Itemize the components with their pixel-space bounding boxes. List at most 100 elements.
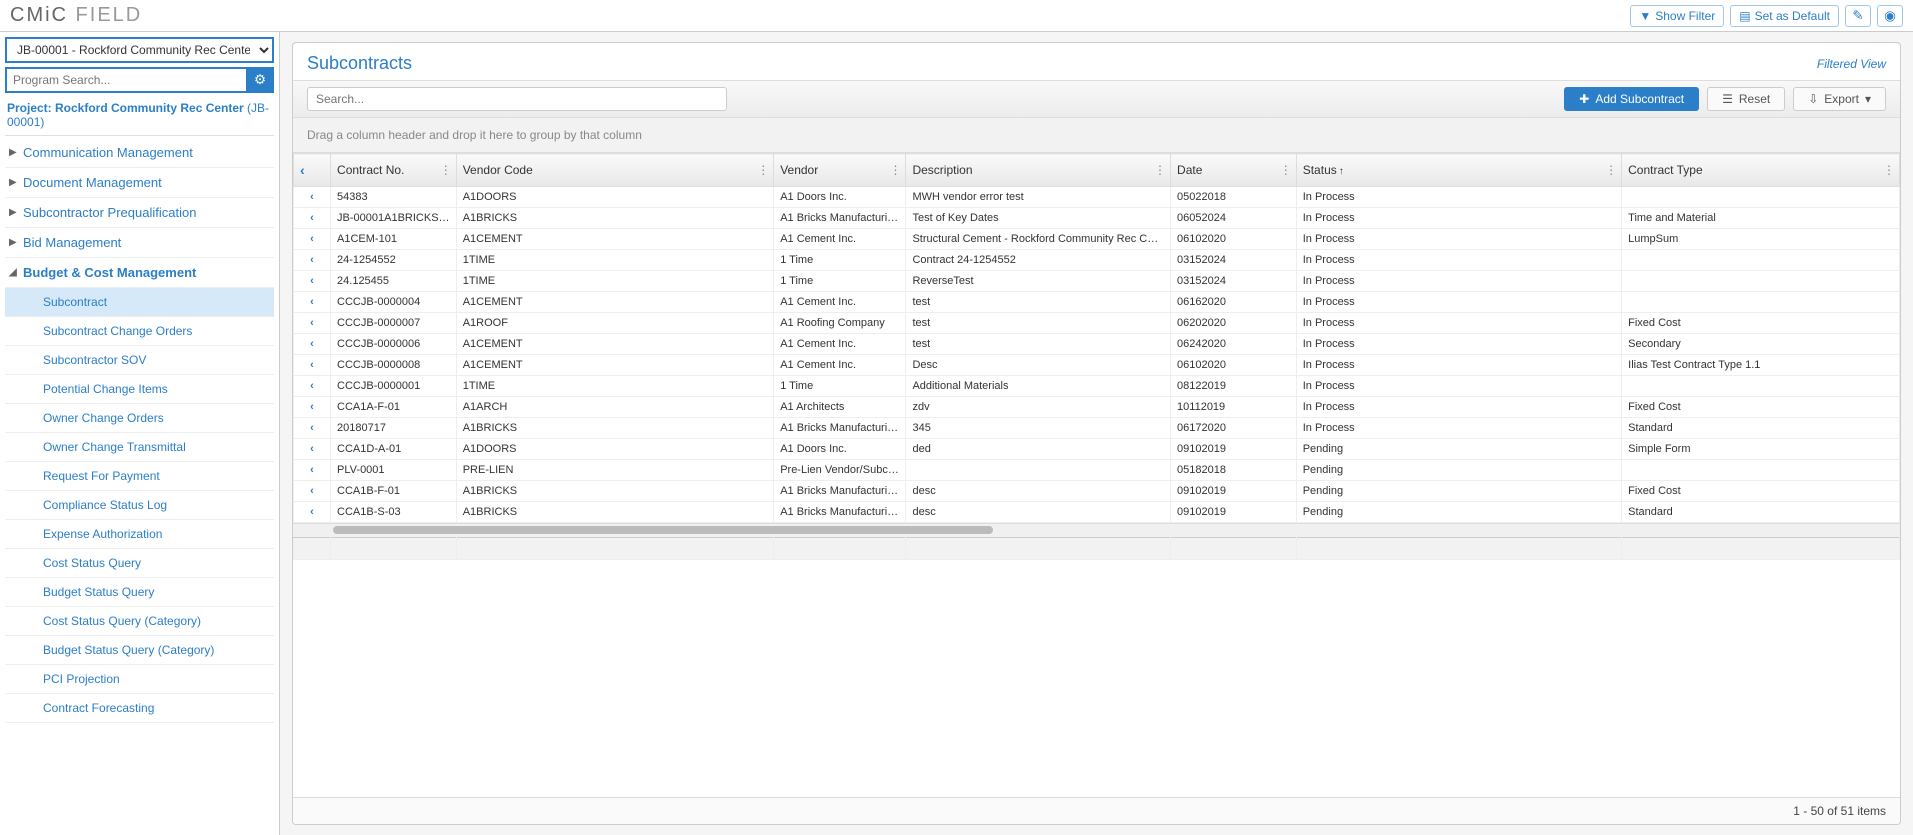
cell: Ilias Test Contract Type 1.1 <box>1622 355 1900 376</box>
horizontal-scrollbar[interactable] <box>293 523 1900 537</box>
cell: CCA1D-A-01 <box>331 439 457 460</box>
nav-sub-11[interactable]: Cost Status Query (Category) <box>5 607 274 636</box>
table-row[interactable]: ‹24-12545521TIME1 TimeContract 24-125455… <box>294 250 1900 271</box>
expand-row-icon[interactable]: ‹ <box>294 460 331 481</box>
cell: A1 Cement Inc. <box>774 292 906 313</box>
expand-row-icon[interactable]: ‹ <box>294 334 331 355</box>
column-menu-icon[interactable]: ⋮ <box>440 163 452 177</box>
nav-sub-4[interactable]: Owner Change Orders <box>5 404 274 433</box>
nav-sub-12[interactable]: Budget Status Query (Category) <box>5 636 274 665</box>
table-row[interactable]: ‹CCA1D-A-01A1DOORSA1 Doors Inc.ded091020… <box>294 439 1900 460</box>
table-row[interactable]: ‹24.1254551TIME1 TimeReverseTest03152024… <box>294 271 1900 292</box>
expand-row-icon[interactable]: ‹ <box>294 187 331 208</box>
column-menu-icon[interactable]: ⋮ <box>1883 163 1895 177</box>
nav-group-1[interactable]: ▶Document Management <box>5 168 274 198</box>
column-header-4[interactable]: Date ⋮ <box>1171 154 1297 187</box>
expand-row-icon[interactable]: ‹ <box>294 271 331 292</box>
cell: 06102020 <box>1171 229 1297 250</box>
nav-sub-0[interactable]: Subcontract <box>5 288 274 317</box>
edit-button[interactable]: ✎ <box>1845 5 1871 27</box>
table-row[interactable]: ‹CCCJB-0000007A1ROOFA1 Roofing Companyte… <box>294 313 1900 334</box>
cell: In Process <box>1296 250 1621 271</box>
logo-main: CMiC <box>10 4 68 26</box>
nav-group-3[interactable]: ▶Bid Management <box>5 228 274 258</box>
column-label: Date <box>1177 163 1202 177</box>
cell: In Process <box>1296 334 1621 355</box>
filtered-view-label[interactable]: Filtered View <box>1817 57 1886 71</box>
column-header-2[interactable]: Vendor⋮ <box>774 154 906 187</box>
cell <box>1622 187 1900 208</box>
nav-sub-5[interactable]: Owner Change Transmittal <box>5 433 274 462</box>
nav-sub-3[interactable]: Potential Change Items <box>5 375 274 404</box>
nav-sub-7[interactable]: Compliance Status Log <box>5 491 274 520</box>
cell: A1 Bricks Manufacturing Inc. <box>774 481 906 502</box>
grid-search-input[interactable] <box>307 87 727 111</box>
user-button[interactable]: ◉ <box>1877 5 1903 27</box>
subcontracts-grid[interactable]: ‹Contract No.⋮Vendor Code⋮Vendor⋮Descrip… <box>293 153 1900 797</box>
expand-row-icon[interactable]: ‹ <box>294 418 331 439</box>
show-filter-button[interactable]: ▼Show Filter <box>1630 5 1724 27</box>
expand-row-icon[interactable]: ‹ <box>294 208 331 229</box>
cell: ReverseTest <box>906 271 1171 292</box>
column-menu-icon[interactable]: ⋮ <box>1280 163 1292 177</box>
column-menu-icon[interactable]: ⋮ <box>757 163 769 177</box>
expand-row-icon[interactable]: ‹ <box>294 502 331 523</box>
expand-row-icon[interactable]: ‹ <box>294 439 331 460</box>
column-label: Vendor Code <box>463 163 533 177</box>
table-row[interactable]: ‹JB-00001A1BRICKS0...A1BRICKSA1 Bricks M… <box>294 208 1900 229</box>
nav-group-2[interactable]: ▶Subcontractor Prequalification <box>5 198 274 228</box>
group-by-bar[interactable]: Drag a column header and drop it here to… <box>293 118 1900 153</box>
table-row[interactable]: ‹CCA1B-F-01A1BRICKSA1 Bricks Manufacturi… <box>294 481 1900 502</box>
nav-sub-14[interactable]: Contract Forecasting <box>5 694 274 723</box>
table-row[interactable]: ‹CCCJB-0000004A1CEMENTA1 Cement Inc.test… <box>294 292 1900 313</box>
table-row[interactable]: ‹CCCJB-0000006A1CEMENTA1 Cement Inc.test… <box>294 334 1900 355</box>
job-select[interactable]: JB-00001 - Rockford Community Rec Center <box>5 37 274 63</box>
reset-button[interactable]: ☰Reset <box>1707 87 1785 111</box>
column-label: Description <box>912 163 972 177</box>
column-header-6[interactable]: Contract Type⋮ <box>1622 154 1900 187</box>
table-row[interactable]: ‹CCA1B-S-03A1BRICKSA1 Bricks Manufacturi… <box>294 502 1900 523</box>
column-header-0[interactable]: Contract No.⋮ <box>331 154 457 187</box>
nav-sub-13[interactable]: PCI Projection <box>5 665 274 694</box>
nav-sub-8[interactable]: Expense Authorization <box>5 520 274 549</box>
table-row[interactable]: ‹PLV-0001PRE-LIENPre-Lien Vendor/Subcont… <box>294 460 1900 481</box>
nav-sub-10[interactable]: Budget Status Query <box>5 578 274 607</box>
export-button[interactable]: ⇩Export ▾ <box>1793 87 1886 111</box>
expand-row-icon[interactable]: ‹ <box>294 397 331 418</box>
nav-sub-9[interactable]: Cost Status Query <box>5 549 274 578</box>
column-header-5[interactable]: Status↑⋮ <box>1296 154 1621 187</box>
expand-row-icon[interactable]: ‹ <box>294 229 331 250</box>
scrollbar-thumb[interactable] <box>333 526 993 534</box>
nav-sub-1[interactable]: Subcontract Change Orders <box>5 317 274 346</box>
nav-sub-2[interactable]: Subcontractor SOV <box>5 346 274 375</box>
nav-group-0[interactable]: ▶Communication Management <box>5 138 274 168</box>
expand-row-icon[interactable]: ‹ <box>294 313 331 334</box>
program-search-input[interactable] <box>5 67 246 93</box>
cell: In Process <box>1296 313 1621 334</box>
table-row[interactable]: ‹A1CEM-101A1CEMENTA1 Cement Inc.Structur… <box>294 229 1900 250</box>
column-menu-icon[interactable]: ⋮ <box>889 163 901 177</box>
table-row[interactable]: ‹CCCJB-00000011TIME1 TimeAdditional Mate… <box>294 376 1900 397</box>
table-row[interactable]: ‹20180717A1BRICKSA1 Bricks Manufacturing… <box>294 418 1900 439</box>
column-header-1[interactable]: Vendor Code ⋮ <box>456 154 773 187</box>
collapse-all-icon[interactable]: ‹ <box>300 162 305 178</box>
expand-row-icon[interactable]: ‹ <box>294 355 331 376</box>
column-menu-icon[interactable]: ⋮ <box>1154 163 1166 177</box>
table-row[interactable]: ‹CCCJB-0000008A1CEMENTA1 Cement Inc.Desc… <box>294 355 1900 376</box>
sort-asc-icon: ↑ <box>1339 166 1344 177</box>
column-menu-icon[interactable]: ⋮ <box>1605 163 1617 177</box>
table-row[interactable]: ‹CCA1A-F-01A1ARCHA1 Architectszdv1011201… <box>294 397 1900 418</box>
program-search-settings-button[interactable]: ⚙ <box>246 67 274 93</box>
expand-row-icon[interactable]: ‹ <box>294 481 331 502</box>
nav-sub-6[interactable]: Request For Payment <box>5 462 274 491</box>
cell: 06052024 <box>1171 208 1297 229</box>
table-row[interactable]: ‹54383A1DOORSA1 Doors Inc.MWH vendor err… <box>294 187 1900 208</box>
expand-row-icon[interactable]: ‹ <box>294 292 331 313</box>
nav-group-4[interactable]: ◢Budget & Cost Management <box>5 258 274 288</box>
set-default-button[interactable]: ▤Set as Default <box>1730 5 1839 27</box>
add-subcontract-button[interactable]: ✚Add Subcontract <box>1564 87 1699 111</box>
column-header-3[interactable]: Description ⋮ <box>906 154 1171 187</box>
expand-row-icon[interactable]: ‹ <box>294 376 331 397</box>
cell: A1 Architects <box>774 397 906 418</box>
expand-row-icon[interactable]: ‹ <box>294 250 331 271</box>
